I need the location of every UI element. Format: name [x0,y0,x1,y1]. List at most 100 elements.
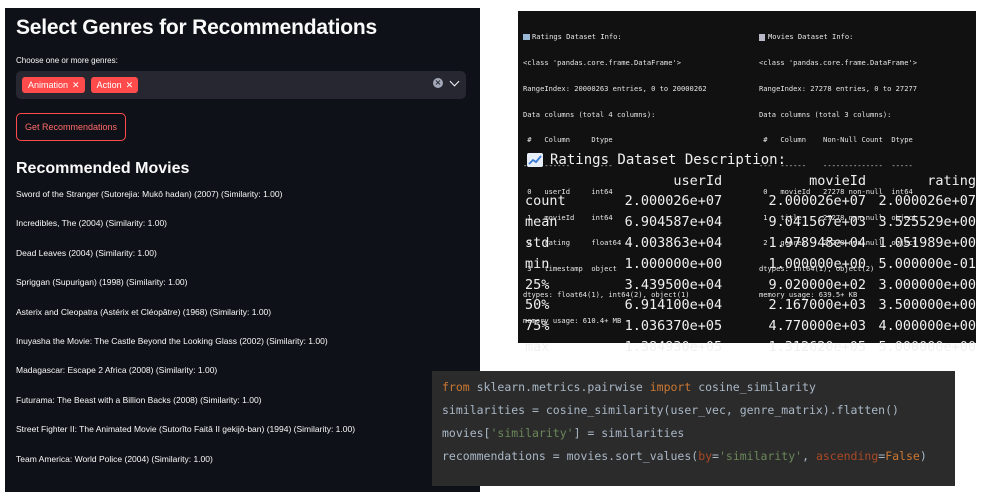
code-string: 'similarity' [718,449,803,463]
description-heading-text: Ratings Dataset Description: [550,152,787,168]
row-label: min [525,255,550,272]
table-row: min 1.000000e+00 1.000000e+00 5.000000e-01 [525,253,976,274]
table-cell: 1.000000e+00 [768,255,866,272]
code-line: movies['similarity'] = similarities [442,422,945,445]
table-cell: 5.000000e+00 [878,338,976,355]
table-header-row: userId movieId rating [525,171,976,191]
table-cell: 2.167000e+03 [768,297,866,314]
description-heading: Ratings Dataset Description: [527,152,786,168]
info-line: # Column Non-Null Count Dtype [759,135,913,145]
table-cell: 3.000000e+00 [878,276,976,293]
column-header: movieId [809,173,866,189]
table-cell: 3.439500e+04 [624,276,723,293]
remove-tag-icon[interactable]: ✕ [126,80,134,90]
table-cell: 3.525529e+00 [878,214,976,231]
row-label: std [525,234,550,251]
chevron-down-icon[interactable] [449,76,460,87]
table-cell: 1.312620e+05 [768,338,866,355]
table-cell: 4.000000e+00 [878,318,976,335]
genre-tag-label: Animation [28,80,69,90]
code-editor: from sklearn.metrics.pairwise import cos… [432,371,955,486]
code-param: ascending [815,449,879,463]
row-label: count [525,193,566,210]
genre-tag-label: Action [96,80,122,90]
row-label: 50% [525,297,550,314]
table-row: 50% 6.914100e+04 2.167000e+03 3.500000e+00 [525,295,976,316]
info-line: # Column Dtype [523,135,613,145]
table-row: 25% 3.439500e+04 9.020000e+02 3.000000e+00 [525,274,976,295]
code-text: ] = similarities [573,426,685,440]
row-label: 75% [525,318,550,335]
code-keyword: import [649,380,692,394]
info-line: RangeIndex: 27278 entries, 0 to 27277 [759,83,918,93]
table-cell: 5.000000e-01 [878,255,976,272]
table-cell: 9.041567e+03 [768,214,866,231]
table-row: mean 6.904587e+04 9.041567e+03 3.525529e+00 [525,212,976,233]
genre-tag-animation: Animation ✕ [22,77,85,93]
code-keyword: from [442,380,470,394]
list-item: Incredibles, The (2004) (Similarity: 1.0… [16,218,168,229]
column-header: userId [673,173,723,189]
code-text: recommendations = movies.sort_values( [442,449,699,463]
describe-table: userId movieId rating count 2.000026e+07 2… [525,171,976,357]
code-text: = [712,449,719,463]
table-cell: 1.384930e+05 [624,338,723,355]
genre-multiselect[interactable]: Animation ✕ Action ✕ × [16,71,466,99]
list-item: Sword of the Stranger (Sutorejia: Mukô h… [16,189,283,199]
recommended-movies-heading: Recommended Movies [16,160,190,177]
table-row: 75% 1.036370e+05 4.770000e+03 4.000000e+00 [525,316,976,337]
table-cell: 1.000000e+00 [624,255,723,272]
table-cell: 1.036370e+05 [624,318,723,335]
list-item: Dead Leaves (2004) (Similarity: 1.00) [16,247,157,258]
code-text: similarities = cosine_similarity(user_ve… [442,403,899,417]
table-cell: 4.003863e+04 [624,234,723,251]
ratings-info-title: Ratings Dataset Info: [532,32,622,42]
code-line: recommendations = movies.sort_values(by=… [442,445,945,468]
info-line: Data columns (total 4 columns): [523,109,656,119]
table-cell: 4.770000e+03 [768,318,866,335]
info-line: <class 'pandas.core.frame.DataFrame'> [759,57,918,67]
column-header [525,171,594,191]
list-item: Futurama: The Beast with a Billion Backs… [16,394,262,405]
info-line: <class 'pandas.core.frame.DataFrame'> [523,57,682,67]
page-title: Select Genres for Recommendations [16,16,378,39]
table-cell: 3.500000e+00 [878,297,976,314]
movie-list: Sword of the Stranger (Sutorejia: Mukô h… [16,189,470,483]
row-label: mean [525,214,558,231]
table-cell: 9.020000e+02 [768,276,866,293]
code-text: ) [919,449,927,463]
row-label: max [525,338,550,355]
table-cell: 2.000026e+07 [768,193,866,210]
table-cell: 6.904587e+04 [624,214,723,231]
chart-increasing-icon [527,153,543,167]
info-line: Data columns (total 3 columns): [759,109,892,119]
table-cell: 2.000026e+07 [624,193,723,210]
table-icon [523,34,530,41]
info-line: RangeIndex: 20000263 entries, 0 to 20000… [523,83,707,93]
code-param: by [698,449,713,463]
code-keyword: False [885,449,920,463]
code-text: cosine_similarity [691,380,816,394]
get-recommendations-button[interactable]: Get Recommendations [16,113,127,141]
list-item: Asterix and Cleopatra (Astérix et Cléopâ… [16,306,272,317]
table-cell: 1.051989e+00 [878,234,976,251]
code-text: , [802,449,816,463]
table-cell: 2.000026e+07 [878,193,976,210]
console-output: Ratings Dataset Info: <class 'pandas.cor… [518,11,976,355]
movies-info-title: Movies Dataset Info: [768,32,854,42]
code-line: similarities = cosine_similarity(user_ve… [442,399,945,422]
streamlit-app-panel: Select Genres for Recommendations Choose… [5,8,480,492]
table-row: std 4.003863e+04 1.978948e+04 1.051989e+00 [525,233,976,254]
table-row: max 1.384930e+05 1.312620e+05 5.000000e+00 [525,337,976,358]
column-header: rating [927,173,976,189]
row-label: 25% [525,276,550,293]
table-cell: 6.914100e+04 [624,297,723,314]
list-item: Spriggan (Supurigan) (1998) (Similarity:… [16,277,188,288]
list-item: Street Fighter II: The Animated Movie (S… [16,424,356,435]
genre-tag-action: Action ✕ [90,77,139,93]
table-row: count 2.000026e+07 2.000026e+07 2.000026e+0… [525,191,976,212]
clear-all-icon[interactable]: × [433,78,443,88]
remove-tag-icon[interactable]: ✕ [72,80,80,90]
list-item: Madagascar: Escape 2 Africa (2008) (Simi… [16,365,218,376]
code-line: from sklearn.metrics.pairwise import cos… [442,376,945,399]
